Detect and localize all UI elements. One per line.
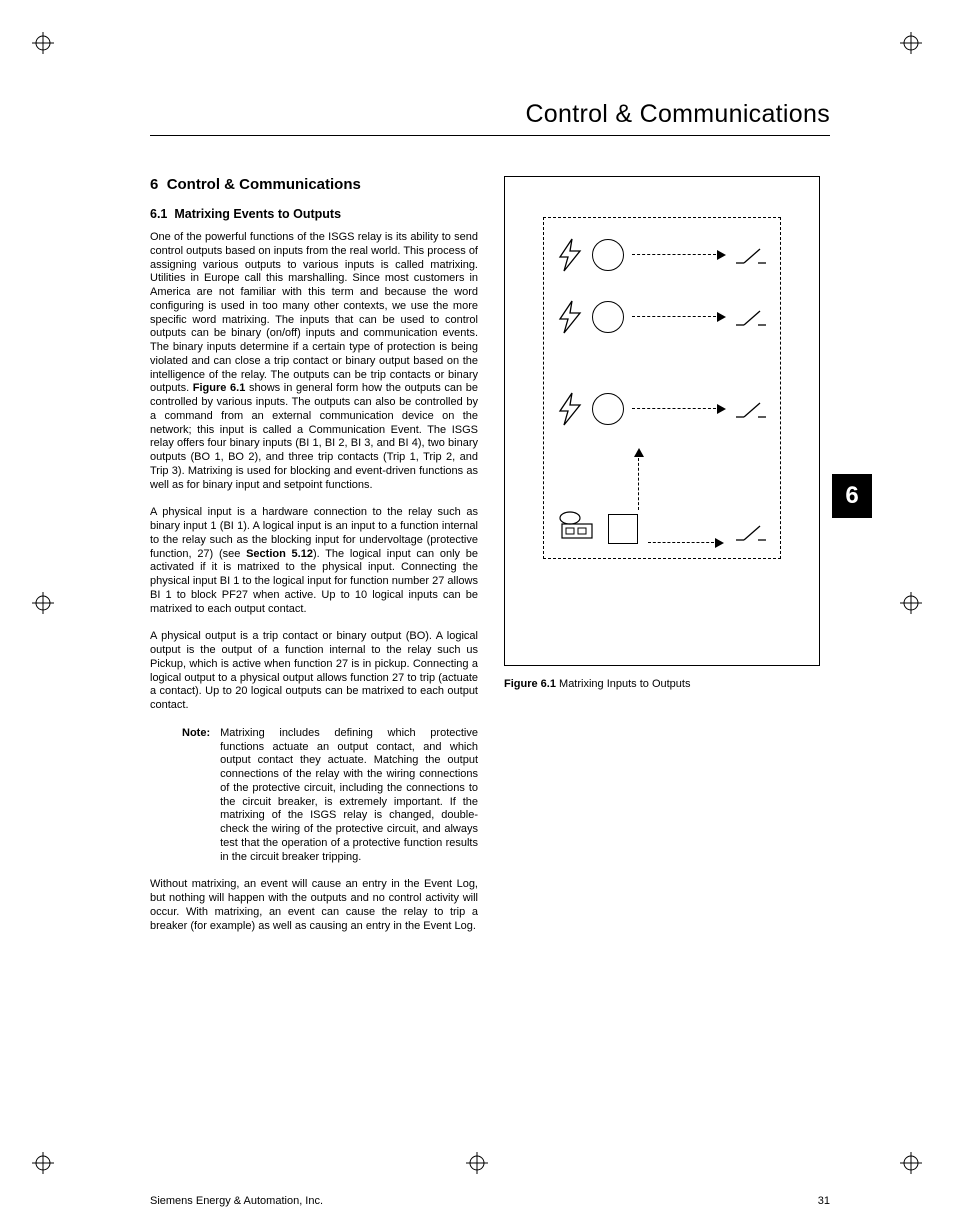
modem-icon: [556, 510, 598, 544]
node-icon: [592, 239, 624, 271]
footer-company: Siemens Energy & Automation, Inc.: [150, 1195, 323, 1207]
crop-mark-icon: [900, 592, 922, 614]
node-icon: [592, 301, 624, 333]
lightning-icon: [556, 299, 584, 335]
switch-icon: [734, 305, 768, 329]
figure-caption-text: Matrixing Inputs to Outputs: [556, 678, 691, 690]
running-header: Control & Communications: [150, 100, 830, 136]
dashed-arrow-icon: [632, 254, 726, 256]
right-column: Figure 6.1 Matrixing Inputs to Outputs: [504, 176, 830, 947]
crop-mark-icon: [900, 32, 922, 54]
crop-mark-icon: [466, 1152, 488, 1174]
crop-mark-icon: [900, 1152, 922, 1174]
crop-mark-icon: [32, 592, 54, 614]
left-column: 6 Control & Communications 6.1 Matrixing…: [150, 176, 478, 947]
body-paragraph: One of the powerful functions of the ISG…: [150, 231, 478, 492]
figure-caption: Figure 6.1 Matrixing Inputs to Outputs: [504, 678, 830, 690]
body-paragraph: A physical output is a trip contact or b…: [150, 630, 478, 713]
footer-page-number: 31: [818, 1195, 830, 1207]
lightning-icon: [556, 237, 584, 273]
note-block: Note: Matrixing includes defining which …: [150, 727, 478, 865]
figure-box: [504, 176, 820, 666]
body-paragraph: Without matrixing, an event will cause a…: [150, 878, 478, 933]
switch-icon: [734, 243, 768, 267]
page-footer: Siemens Energy & Automation, Inc. 31: [150, 1195, 830, 1207]
body-paragraph: A physical input is a hardware connectio…: [150, 506, 478, 616]
lightning-icon: [556, 391, 584, 427]
dashed-arrow-icon: [632, 316, 726, 318]
crop-mark-icon: [32, 32, 54, 54]
figure-ref: Figure 6.1: [193, 382, 246, 394]
matrix-diagram: [543, 217, 781, 559]
note-label: Note:: [182, 727, 210, 865]
section-heading: 6 Control & Communications: [150, 176, 478, 193]
subsection-number: 6.1: [150, 207, 167, 221]
note-body: Matrixing includes defining which protec…: [220, 727, 478, 865]
switch-icon: [734, 397, 768, 421]
chapter-tab: 6: [832, 474, 872, 518]
box-icon: [608, 514, 638, 544]
dashed-arrow-icon: [632, 408, 726, 410]
figure-label: Figure 6.1: [504, 678, 556, 690]
subsection-title: Matrixing Events to Outputs: [174, 207, 341, 221]
crop-mark-icon: [32, 1152, 54, 1174]
switch-icon: [734, 520, 768, 544]
subsection-heading: 6.1 Matrixing Events to Outputs: [150, 207, 478, 221]
section-ref: Section 5.12: [246, 548, 313, 560]
section-title: Control & Communications: [167, 176, 361, 193]
dashed-arrow-icon: [648, 542, 724, 544]
node-icon: [592, 393, 624, 425]
section-number: 6: [150, 176, 158, 193]
dashed-up-arrow-icon: [638, 448, 640, 510]
